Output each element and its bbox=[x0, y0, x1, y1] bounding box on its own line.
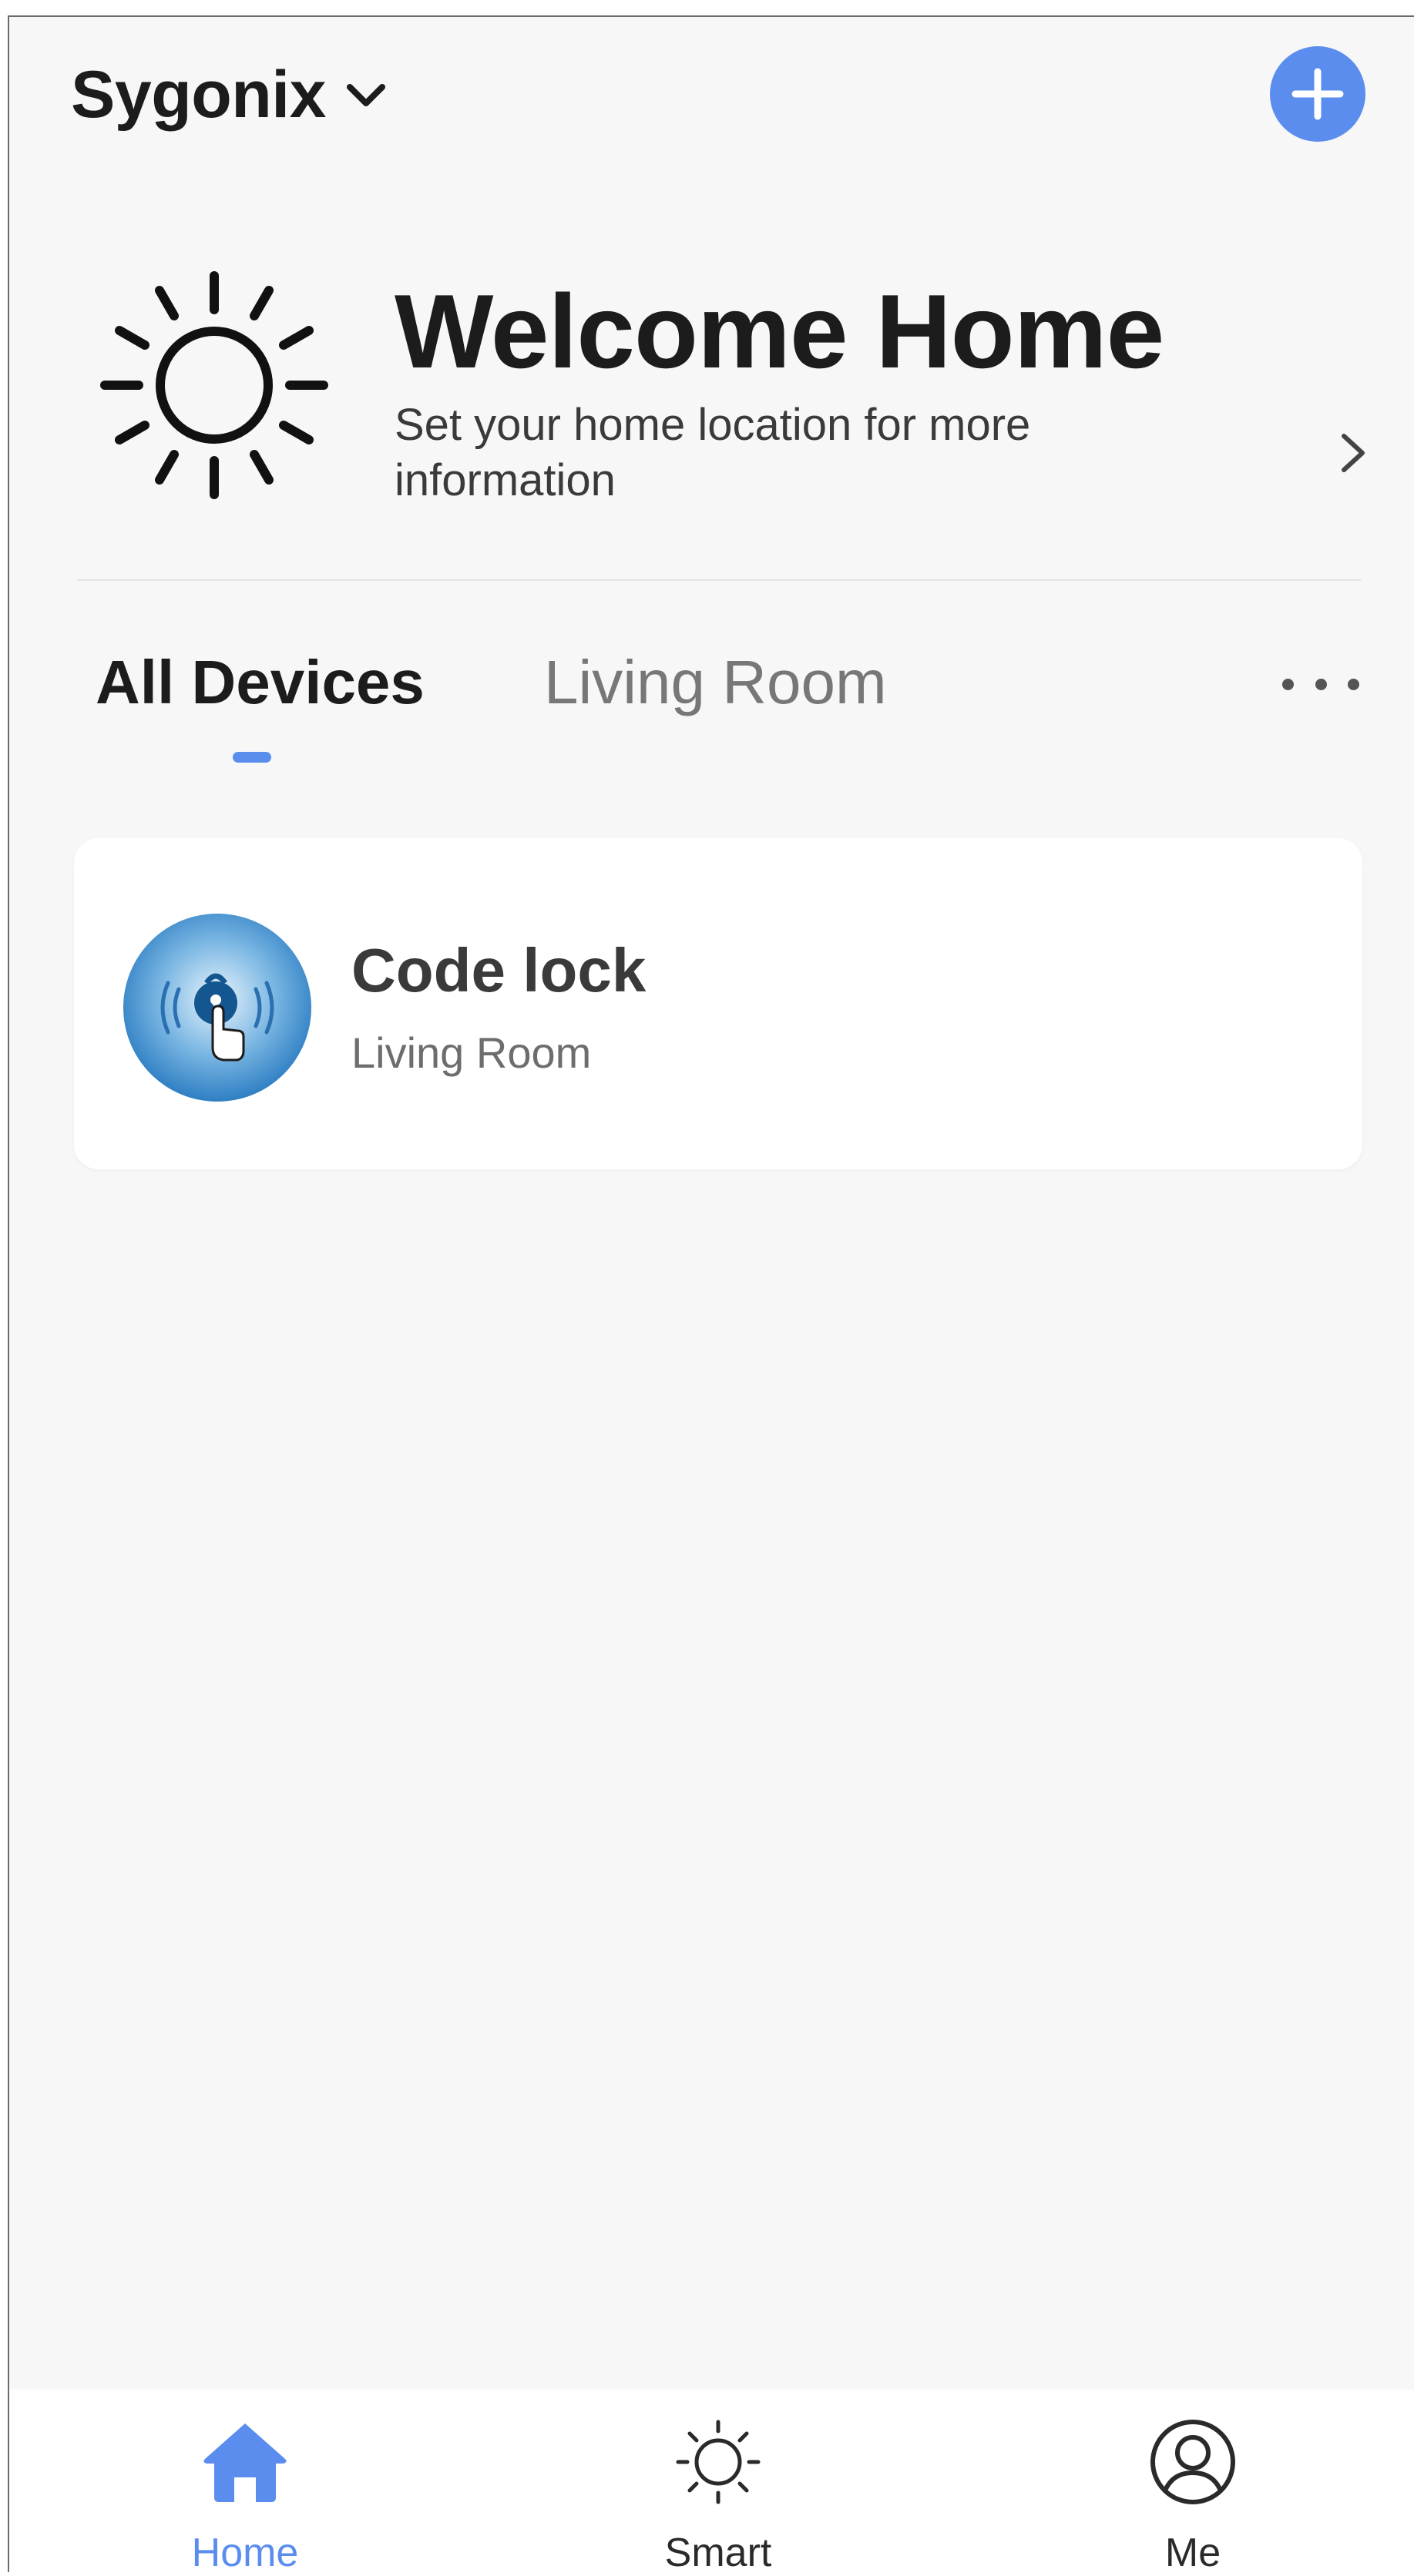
device-name: Code lock bbox=[351, 936, 647, 1005]
nav-home[interactable]: Home bbox=[91, 2390, 399, 2575]
tab-living-room[interactable]: Living Room bbox=[544, 647, 887, 718]
dot bbox=[1315, 678, 1327, 690]
tab-all-devices[interactable]: All Devices bbox=[96, 647, 425, 718]
profile-icon bbox=[1150, 2420, 1235, 2504]
nav-home-label: Home bbox=[191, 2531, 299, 2575]
dot bbox=[1348, 678, 1359, 690]
home-icon bbox=[203, 2423, 287, 2502]
device-room: Living Room bbox=[351, 1028, 592, 1077]
plus-icon bbox=[1291, 68, 1344, 120]
bottom-navigation: Home Smart Me bbox=[9, 2390, 1414, 2575]
nav-smart-label: Smart bbox=[664, 2531, 772, 2575]
nav-smart[interactable]: Smart bbox=[564, 2390, 872, 2575]
active-tab-indicator bbox=[233, 752, 271, 763]
code-lock-icon bbox=[123, 914, 311, 1102]
welcome-title: Welcome Home bbox=[395, 273, 1164, 390]
chevron-right-icon[interactable] bbox=[1338, 431, 1369, 475]
divider bbox=[77, 579, 1361, 581]
home-selector[interactable]: Sygonix bbox=[71, 57, 386, 133]
welcome-subtitle[interactable]: Set your home location for more informat… bbox=[395, 397, 1165, 508]
nav-me[interactable]: Me bbox=[1039, 2390, 1347, 2575]
chevron-down-icon bbox=[347, 83, 386, 106]
nav-me-label: Me bbox=[1164, 2531, 1221, 2575]
smart-sun-icon bbox=[676, 2420, 761, 2504]
dot bbox=[1282, 678, 1294, 690]
more-dots-icon[interactable] bbox=[1282, 669, 1359, 699]
add-device-button[interactable] bbox=[1270, 46, 1365, 142]
home-name: Sygonix bbox=[71, 58, 327, 132]
sun-icon bbox=[100, 271, 328, 499]
device-card[interactable]: Code lock Living Room bbox=[74, 838, 1362, 1169]
